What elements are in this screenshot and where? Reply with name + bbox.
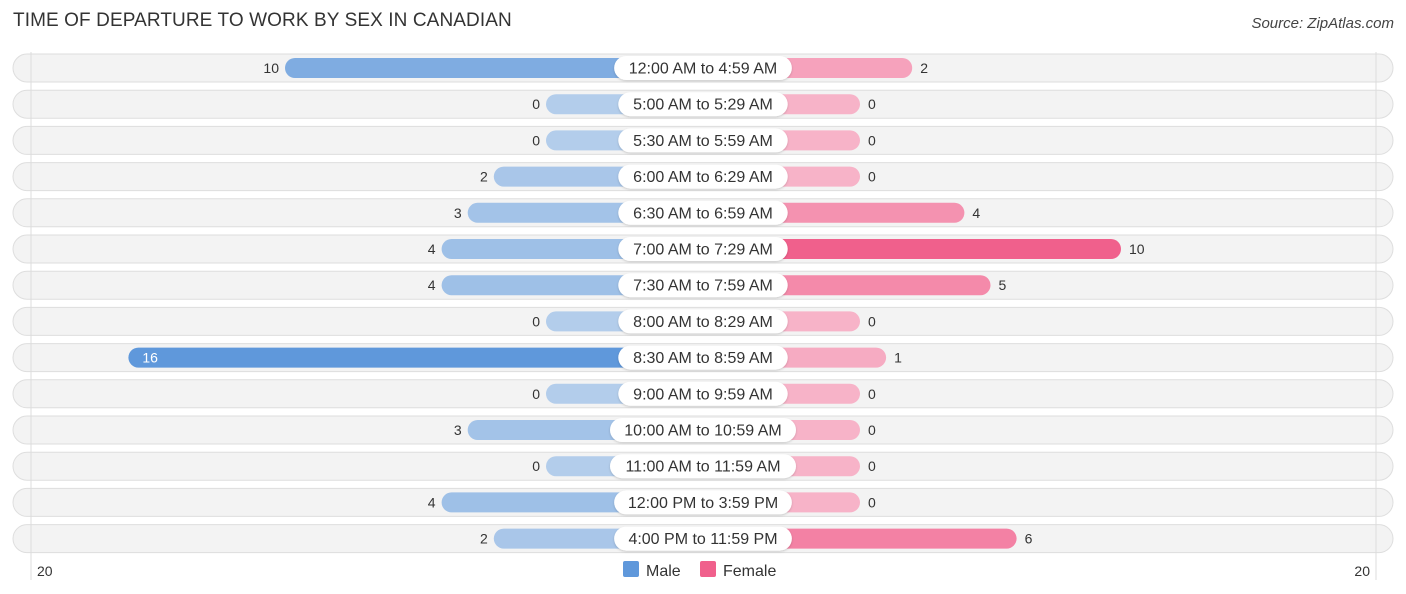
female-value-label: 0 bbox=[868, 313, 876, 329]
chart: 12:00 AM to 4:59 AM10 25:00 AM to 5:29 AM… bbox=[12, 52, 1394, 580]
category-label: 9:00 AM to 9:59 AM bbox=[633, 386, 773, 403]
female-value-label: 6 bbox=[1025, 531, 1033, 547]
male-value-label: 10 bbox=[263, 60, 279, 76]
male-value-label: 0 bbox=[532, 96, 540, 112]
male-bar bbox=[128, 347, 703, 368]
male-value-label: 3 bbox=[454, 422, 462, 438]
category-label: 8:30 AM to 8:59 AM bbox=[633, 350, 773, 367]
table-row: 5:00 AM to 5:29 AM 0 0 bbox=[12, 89, 1394, 119]
male-value-label: 4 bbox=[428, 241, 436, 257]
male-value-label: 16 bbox=[142, 350, 158, 366]
category-label: 11:00 AM to 11:59 AM bbox=[625, 459, 780, 476]
female-value-label: 5 bbox=[999, 277, 1007, 293]
male-value-label: 2 bbox=[480, 531, 488, 547]
table-row: 4:00 PM to 11:59 PM 2 6 bbox=[12, 524, 1394, 554]
axis-right-label: 20 bbox=[1354, 563, 1370, 579]
category-label: 7:30 AM to 7:59 AM bbox=[633, 278, 773, 295]
table-row: 9:00 AM to 9:59 AM 0 0 bbox=[12, 379, 1394, 409]
female-value-label: 0 bbox=[868, 96, 876, 112]
table-row: 8:00 AM to 8:29 AM 0 0 bbox=[12, 306, 1394, 336]
male-value-label: 0 bbox=[532, 386, 540, 402]
category-label: 5:00 AM to 5:29 AM bbox=[633, 97, 773, 114]
male-value-label: 4 bbox=[428, 494, 436, 510]
category-label: 5:30 AM to 5:59 AM bbox=[633, 133, 773, 150]
rows: 12:00 AM to 4:59 AM10 25:00 AM to 5:29 AM… bbox=[12, 53, 1394, 554]
legend: Male Female bbox=[623, 561, 776, 580]
category-label: 6:30 AM to 6:59 AM bbox=[633, 205, 773, 222]
legend-male-label: Male bbox=[646, 563, 681, 580]
table-row: 6:30 AM to 6:59 AM 3 4 bbox=[12, 198, 1394, 228]
female-value-label: 0 bbox=[868, 494, 876, 510]
axis-left-label: 20 bbox=[37, 563, 53, 579]
category-label: 6:00 AM to 6:29 AM bbox=[633, 169, 773, 186]
female-value-label: 0 bbox=[868, 132, 876, 148]
male-value-label: 2 bbox=[480, 169, 488, 185]
legend-male-swatch bbox=[623, 561, 639, 577]
male-value-label: 0 bbox=[532, 313, 540, 329]
male-value-label: 0 bbox=[532, 132, 540, 148]
category-label: 4:00 PM to 11:59 PM bbox=[628, 531, 777, 548]
female-value-label: 1 bbox=[894, 350, 902, 366]
legend-female-swatch bbox=[700, 561, 716, 577]
table-row: 10:00 AM to 10:59 AM 3 0 bbox=[12, 415, 1394, 445]
male-value-label: 3 bbox=[454, 205, 462, 221]
table-row: 6:00 AM to 6:29 AM 2 0 bbox=[12, 162, 1394, 192]
category-label: 8:00 AM to 8:29 AM bbox=[633, 314, 773, 331]
table-row: 7:00 AM to 7:29 AM 4 10 bbox=[12, 234, 1394, 264]
table-row: 12:00 PM to 3:59 PM 4 0 bbox=[12, 487, 1394, 517]
female-value-label: 0 bbox=[868, 458, 876, 474]
table-row: 7:30 AM to 7:59 AM 4 5 bbox=[12, 270, 1394, 300]
female-value-label: 2 bbox=[920, 60, 928, 76]
category-label: 7:00 AM to 7:29 AM bbox=[633, 242, 773, 259]
female-value-label: 10 bbox=[1129, 241, 1145, 257]
female-value-label: 0 bbox=[868, 386, 876, 402]
table-row: 8:30 AM to 8:59 AM 16 1 bbox=[12, 343, 1394, 373]
male-value-label: 0 bbox=[532, 458, 540, 474]
legend-female-label: Female bbox=[723, 563, 776, 580]
table-row: 11:00 AM to 11:59 AM 0 0 bbox=[12, 451, 1394, 481]
female-value-label: 0 bbox=[868, 169, 876, 185]
table-row: 5:30 AM to 5:59 AM 0 0 bbox=[12, 125, 1394, 155]
category-label: 10:00 AM to 10:59 AM bbox=[624, 423, 781, 440]
female-value-label: 0 bbox=[868, 422, 876, 438]
category-label: 12:00 PM to 3:59 PM bbox=[628, 495, 778, 512]
table-row: 12:00 AM to 4:59 AM 10 2 bbox=[12, 53, 1394, 83]
male-value-label: 4 bbox=[428, 277, 436, 293]
category-label: 12:00 AM to 4:59 AM bbox=[629, 61, 778, 78]
female-value-label: 4 bbox=[972, 205, 980, 221]
